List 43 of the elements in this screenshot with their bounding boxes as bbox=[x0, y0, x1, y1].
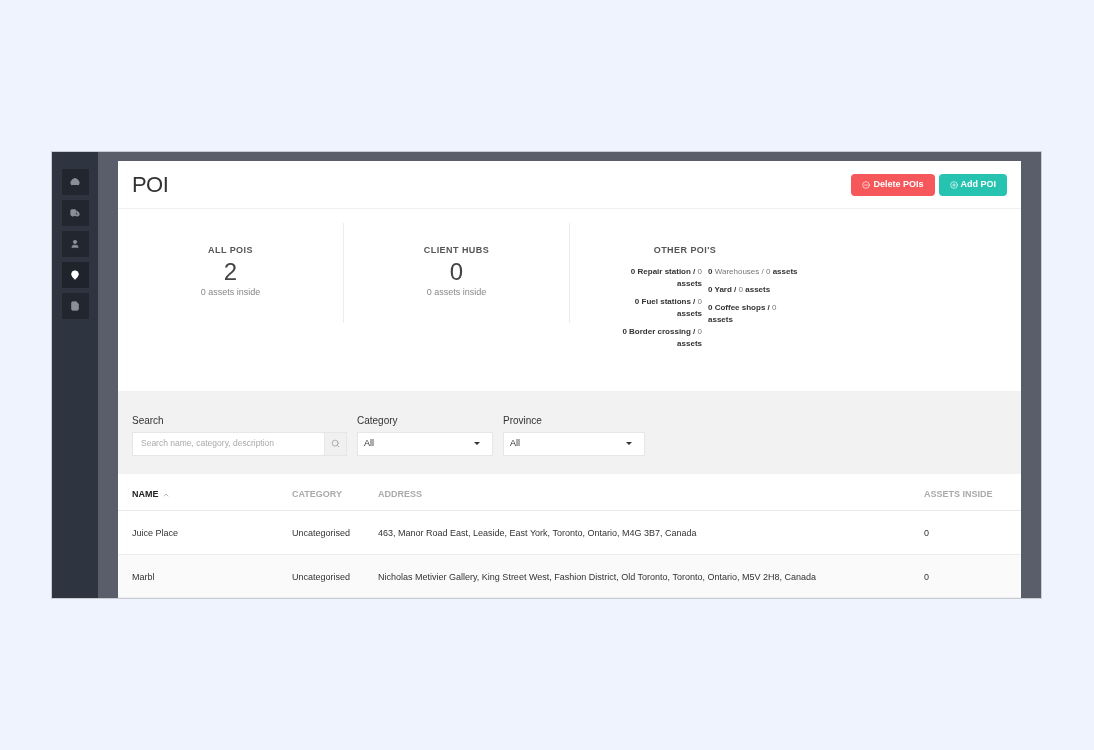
poi-count: 0 Yard / 0 assets bbox=[708, 283, 772, 296]
poi-count: 0 Warehouses / 0 assets bbox=[708, 265, 799, 278]
add-button[interactable]: Add POI bbox=[938, 173, 1007, 196]
minus-circle-icon bbox=[862, 180, 871, 189]
plus-circle-icon bbox=[949, 180, 958, 189]
truck-icon bbox=[70, 208, 80, 218]
map-pin-icon bbox=[70, 270, 80, 280]
page-title: POI bbox=[132, 171, 169, 200]
column-header[interactable]: NAME bbox=[132, 487, 170, 502]
delete-button[interactable]: Delete POIs bbox=[851, 173, 935, 196]
sidebar-item[interactable] bbox=[61, 262, 89, 288]
table-cell: Uncategorised bbox=[292, 528, 351, 539]
dropdown[interactable]: All bbox=[357, 431, 493, 456]
field-label: Category bbox=[357, 413, 399, 428]
poi-count: 0 Fuel stations / 0 assets bbox=[633, 295, 702, 320]
stat-value: 0 bbox=[449, 257, 464, 286]
search-field[interactable]: Search name, category, description bbox=[132, 431, 325, 456]
stat-label: ALL POIS bbox=[208, 244, 253, 258]
column-header[interactable]: ADDRESS bbox=[378, 487, 422, 502]
stat-label: CLIENT HUBS bbox=[423, 244, 490, 258]
search-icon bbox=[331, 439, 340, 449]
column-header[interactable]: ASSETS INSIDE bbox=[924, 487, 993, 502]
poi-count: 0 Coffee shops / 0 assets bbox=[708, 301, 778, 326]
table-cell: 463, Manor Road East, Leaside, East York, Toronto, Ontario, M4G 3B7, Canada bbox=[378, 528, 697, 539]
user-icon bbox=[70, 239, 80, 249]
table-cell: Nicholas Metivier Gallery, King Street West, Fashion District, Old Toronto, Toronto, Ontario, M5V 2H8, Canada bbox=[378, 571, 817, 582]
caret-icon bbox=[474, 442, 480, 446]
table-cell: Marbl bbox=[132, 571, 155, 582]
stat-note: 0 assets inside bbox=[200, 285, 261, 299]
table-cell: 0 bbox=[924, 528, 929, 539]
column-header[interactable]: CATEGORY bbox=[292, 487, 342, 502]
table-cell: Juice Place bbox=[132, 528, 179, 539]
poi-count: 0 Border crossing / 0 assets bbox=[621, 325, 702, 350]
stat-label: OTHER POI'S bbox=[653, 244, 717, 258]
dropdown[interactable]: All bbox=[503, 431, 645, 456]
stat-note: 0 assets inside bbox=[426, 285, 487, 299]
table-cell: 0 bbox=[924, 571, 929, 582]
table-cell: Uncategorised bbox=[292, 571, 351, 582]
poi-count: 0 Repair station / 0 assets bbox=[629, 265, 702, 290]
caret-icon bbox=[626, 442, 632, 446]
stat-value: 2 bbox=[223, 257, 238, 286]
field-label: Search bbox=[132, 413, 165, 428]
field-label: Province bbox=[503, 413, 543, 428]
